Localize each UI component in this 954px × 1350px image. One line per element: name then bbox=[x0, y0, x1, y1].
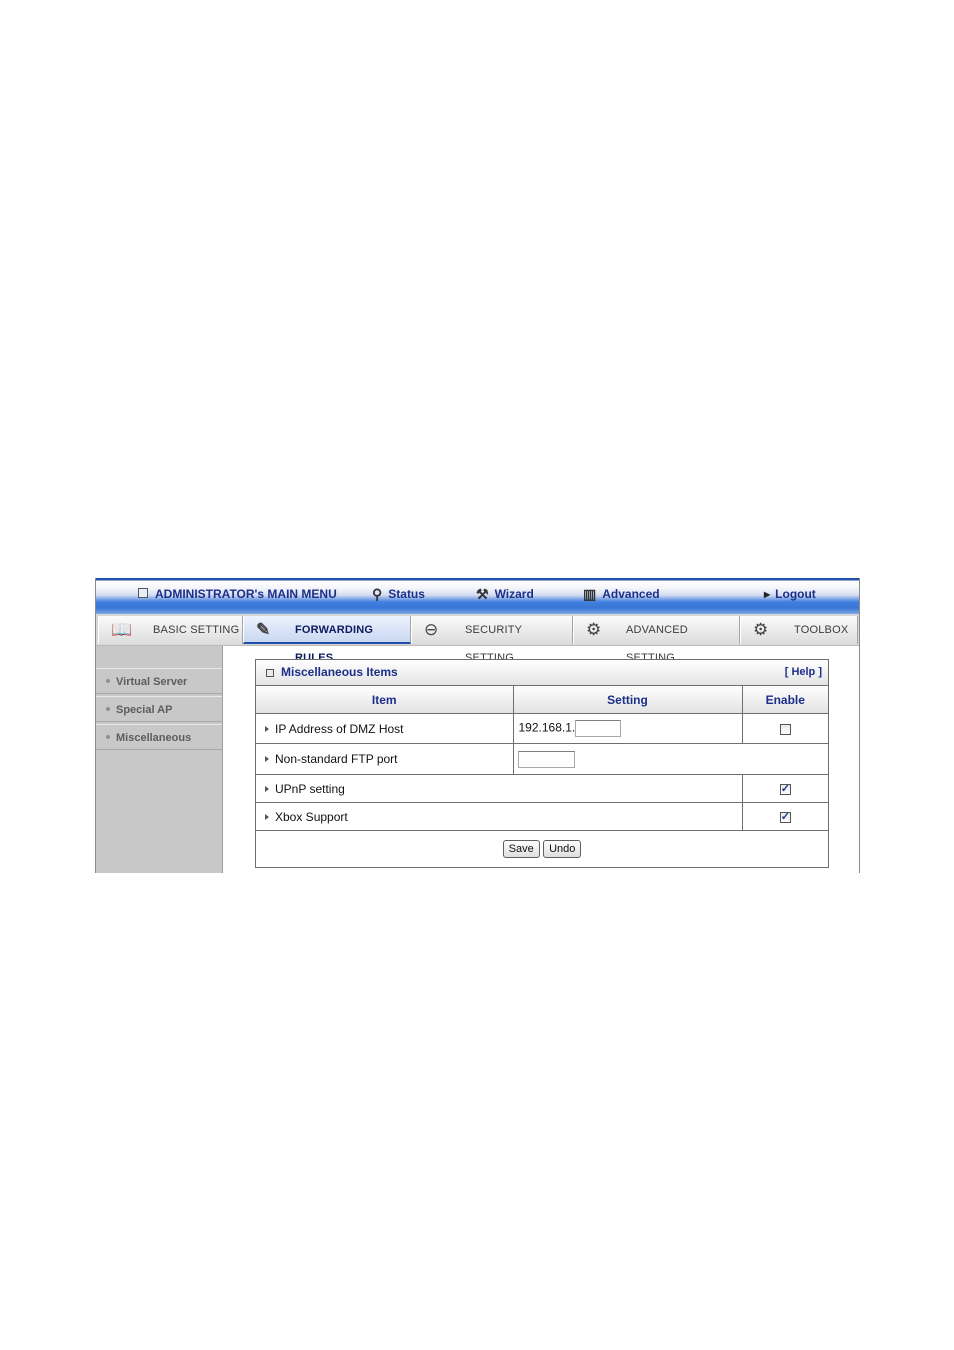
triangle-right-icon: ▶ bbox=[764, 590, 771, 599]
advanced-link[interactable]: ▥ Advanced bbox=[583, 586, 660, 602]
book-icon: 📖 bbox=[111, 620, 133, 639]
menu-square-icon bbox=[138, 588, 148, 598]
xbox-enable-cell bbox=[741, 802, 828, 831]
tab-forwarding-rules[interactable]: ✎ FORWARDING RULES bbox=[243, 616, 411, 664]
xbox-enable-checkbox[interactable] bbox=[779, 810, 791, 824]
triangle-right-icon bbox=[265, 785, 269, 792]
lock-icon: ⊖ bbox=[424, 620, 439, 639]
undo-button[interactable]: Undo bbox=[543, 839, 582, 858]
sidebar-item-virtual-server[interactable]: Virtual Server bbox=[96, 668, 222, 694]
table-row-xbox: Xbox Support bbox=[256, 802, 828, 831]
ftp-port-input[interactable] bbox=[517, 750, 575, 768]
dmz-ip-last-octet-input[interactable] bbox=[575, 720, 622, 737]
upnp-label-cell: UPnP setting bbox=[256, 774, 743, 803]
column-header-setting: Setting bbox=[512, 686, 743, 714]
dmz-enable-cell bbox=[741, 713, 828, 744]
table-header-row: Item Setting Enable bbox=[256, 686, 828, 714]
dmz-setting-cell: 192.168.1. bbox=[512, 713, 743, 744]
misc-items-table: Item Setting Enable IP Address of DMZ Ho… bbox=[256, 686, 828, 867]
main-menu-link[interactable]: ADMINISTRATOR's MAIN MENU bbox=[138, 586, 337, 602]
router-admin-window: ADMINISTRATOR's MAIN MENU ⚲ Status ⚒ Wizar… bbox=[95, 578, 860, 873]
tab-basic-setting[interactable]: 📖 BASIC SETTING bbox=[98, 616, 243, 644]
advanced-books-icon: ▥ bbox=[583, 586, 597, 602]
ftp-label-cell: Non-standard FTP port bbox=[256, 743, 514, 775]
sidebar-item-special-ap[interactable]: Special AP bbox=[96, 696, 222, 722]
toolbox-icon: ⚙ bbox=[753, 620, 769, 639]
upnp-enable-checkbox[interactable] bbox=[779, 782, 791, 796]
help-link[interactable]: [ Help ] bbox=[785, 660, 822, 685]
status-link[interactable]: ⚲ Status bbox=[372, 586, 425, 602]
triangle-right-icon bbox=[265, 813, 269, 820]
sidebar: Virtual Server Special AP Miscellaneous bbox=[96, 646, 223, 873]
main-tab-bar: 📖 BASIC SETTING ✎ FORWARDING RULES ⊖ SEC… bbox=[96, 614, 859, 664]
miscellaneous-panel: Miscellaneous Items [ Help ] Item Settin… bbox=[255, 659, 829, 868]
dmz-label-cell: IP Address of DMZ Host bbox=[256, 713, 514, 744]
buttons-cell: Save Undo bbox=[256, 830, 828, 867]
wizard-tools-icon: ⚒ bbox=[476, 586, 489, 602]
logout-link[interactable]: ▶ Logout bbox=[764, 586, 816, 602]
tab-toolbox[interactable]: ⚙ TOOLBOX bbox=[740, 616, 858, 644]
sidebar-item-miscellaneous[interactable]: Miscellaneous bbox=[96, 724, 222, 750]
table-row-buttons: Save Undo bbox=[256, 830, 828, 867]
top-menu-bar: ADMINISTRATOR's MAIN MENU ⚲ Status ⚒ Wizar… bbox=[96, 578, 859, 614]
table-row-upnp: UPnP setting bbox=[256, 774, 828, 803]
xbox-label-cell: Xbox Support bbox=[256, 802, 743, 831]
upnp-enable-cell bbox=[741, 774, 828, 803]
bullet-icon bbox=[106, 679, 110, 684]
panel-header: Miscellaneous Items [ Help ] bbox=[256, 660, 828, 686]
table-row-ftp: Non-standard FTP port bbox=[256, 743, 828, 775]
bullet-icon bbox=[106, 707, 110, 712]
panel-title: Miscellaneous Items bbox=[281, 665, 398, 679]
table-row-dmz: IP Address of DMZ Host 192.168.1. bbox=[256, 713, 828, 744]
tab-security-setting[interactable]: ⊖ SECURITY SETTING bbox=[411, 616, 573, 664]
tab-advanced-setting[interactable]: ⚙ ADVANCED SETTING bbox=[573, 616, 740, 664]
column-header-item: Item bbox=[256, 686, 514, 714]
forwarding-icon: ✎ bbox=[256, 620, 271, 639]
bullet-icon bbox=[106, 735, 110, 740]
panel-square-icon bbox=[266, 669, 274, 677]
save-button[interactable]: Save bbox=[502, 839, 540, 858]
ftp-setting-cell bbox=[512, 743, 828, 775]
triangle-right-icon bbox=[265, 756, 269, 762]
gear-box-icon: ⚙ bbox=[586, 620, 602, 639]
person-status-icon: ⚲ bbox=[372, 586, 383, 602]
triangle-right-icon bbox=[265, 725, 269, 732]
dmz-enable-checkbox[interactable] bbox=[779, 723, 791, 735]
column-header-enable: Enable bbox=[741, 686, 828, 714]
wizard-link[interactable]: ⚒ Wizard bbox=[476, 586, 534, 602]
